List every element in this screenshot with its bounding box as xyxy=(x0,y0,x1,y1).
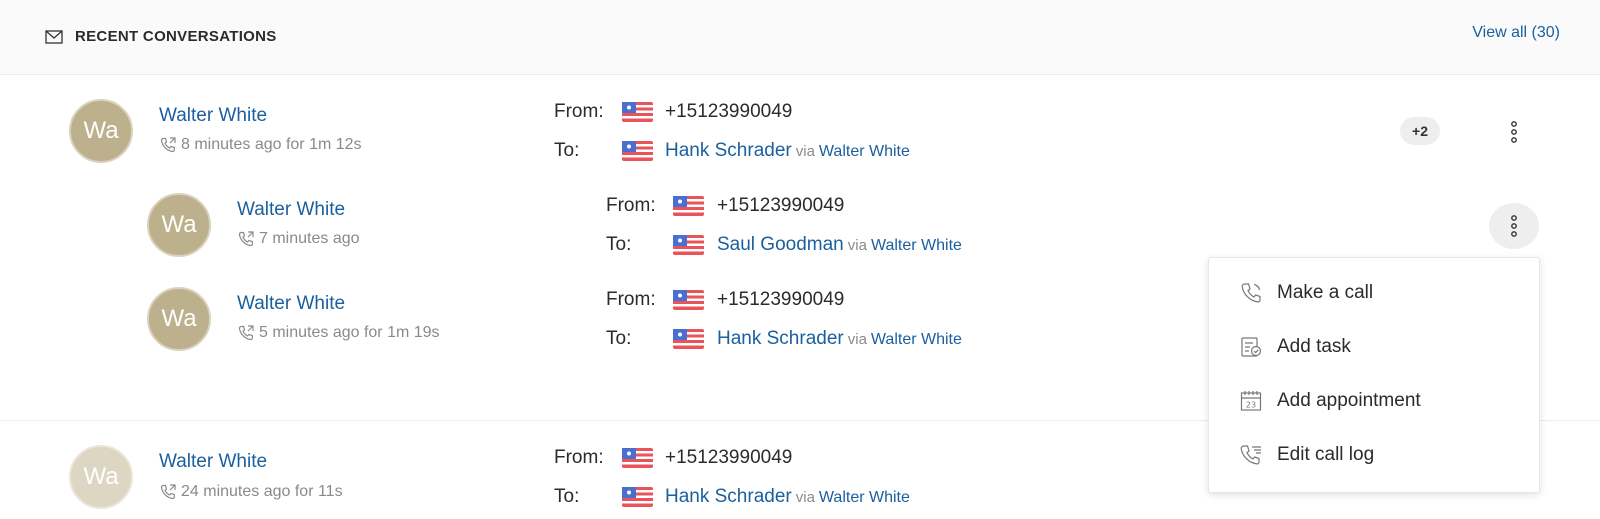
from-number: +15123990049 xyxy=(665,101,793,122)
us-flag-icon xyxy=(622,487,653,507)
menu-item-label: Add task xyxy=(1277,336,1351,357)
outgoing-call-icon xyxy=(237,230,255,248)
to-contact-link[interactable]: Hank Schrader via Walter White xyxy=(717,328,962,350)
avatar: Wa xyxy=(69,99,133,163)
call-log-icon xyxy=(1240,445,1261,465)
call-time: 8 minutes ago for 1m 12s xyxy=(181,136,362,153)
us-flag-icon xyxy=(673,329,704,349)
via-user-link[interactable]: Walter White xyxy=(871,331,962,348)
from-number: +15123990049 xyxy=(717,289,845,310)
to-contact-name[interactable]: Saul Goodman xyxy=(717,234,844,255)
from-label: From: xyxy=(606,195,656,216)
conversation-actions-menu: Make a call Add task 23 Add appointment … xyxy=(1208,257,1540,493)
more-options-button-active[interactable] xyxy=(1489,203,1539,249)
outgoing-call-icon xyxy=(159,483,177,501)
via-user-link[interactable]: Walter White xyxy=(819,489,910,506)
outgoing-call-icon xyxy=(237,324,255,342)
us-flag-icon xyxy=(673,290,704,310)
menu-item-label: Edit call log xyxy=(1277,444,1375,465)
us-flag-icon xyxy=(622,141,653,161)
more-options-button[interactable] xyxy=(1489,109,1539,155)
to-contact-link[interactable]: Hank Schrader via Walter White xyxy=(665,140,910,162)
from-label: From: xyxy=(554,101,604,122)
menu-item-label: Make a call xyxy=(1277,282,1374,303)
call-meta: 24 minutes ago for 11s xyxy=(159,483,343,501)
avatar: Wa xyxy=(147,193,211,257)
via-user-link[interactable]: Walter White xyxy=(871,237,962,254)
to-contact-name[interactable]: Hank Schrader xyxy=(665,140,792,161)
avatar: Wa xyxy=(147,287,211,351)
call-meta: 8 minutes ago for 1m 12s xyxy=(159,136,362,154)
from-label: From: xyxy=(554,447,604,468)
via-text: via xyxy=(847,331,867,348)
us-flag-icon xyxy=(622,448,653,468)
via-text: via xyxy=(847,237,867,254)
recent-conversations-header: RECENT CONVERSATIONS View all (30) xyxy=(0,0,1600,75)
contact-name-link[interactable]: Walter White xyxy=(159,451,267,473)
to-contact-name[interactable]: Hank Schrader xyxy=(665,486,792,507)
kebab-menu-icon xyxy=(1509,215,1519,237)
to-contact-link[interactable]: Hank Schrader via Walter White xyxy=(665,486,910,508)
contact-name-link[interactable]: Walter White xyxy=(237,293,345,315)
via-text: via xyxy=(795,143,815,160)
to-contact-link[interactable]: Saul Goodman via Walter White xyxy=(717,234,962,256)
from-number: +15123990049 xyxy=(717,195,845,216)
from-label: From: xyxy=(606,289,656,310)
avatar: Wa xyxy=(69,445,133,509)
outgoing-call-icon xyxy=(159,136,177,154)
menu-item-add-task[interactable]: Add task xyxy=(1209,320,1539,374)
calendar-icon: 23 xyxy=(1240,391,1262,411)
from-number: +15123990049 xyxy=(665,447,793,468)
contact-name-link[interactable]: Walter White xyxy=(159,105,267,127)
section-title: RECENT CONVERSATIONS xyxy=(75,28,277,45)
us-flag-icon xyxy=(673,196,704,216)
phone-icon xyxy=(1241,283,1261,303)
to-label: To: xyxy=(554,486,580,507)
call-meta: 5 minutes ago for 1m 19s xyxy=(237,324,440,342)
more-calls-badge[interactable]: +2 xyxy=(1400,117,1440,145)
to-label: To: xyxy=(606,234,632,255)
svg-text:23: 23 xyxy=(1246,401,1256,410)
to-label: To: xyxy=(554,140,580,161)
us-flag-icon xyxy=(622,102,653,122)
via-user-link[interactable]: Walter White xyxy=(819,143,910,160)
call-meta: 7 minutes ago xyxy=(237,230,360,248)
us-flag-icon xyxy=(673,235,704,255)
call-time: 24 minutes ago for 11s xyxy=(181,483,343,500)
task-icon xyxy=(1241,337,1262,357)
menu-item-add-appointment[interactable]: 23 Add appointment xyxy=(1209,374,1539,428)
call-time: 5 minutes ago for 1m 19s xyxy=(259,324,440,341)
menu-item-make-call[interactable]: Make a call xyxy=(1209,266,1539,320)
kebab-menu-icon xyxy=(1509,121,1519,143)
menu-item-edit-call-log[interactable]: Edit call log xyxy=(1209,428,1539,482)
envelope-icon xyxy=(45,30,63,44)
call-time: 7 minutes ago xyxy=(259,230,360,247)
to-contact-name[interactable]: Hank Schrader xyxy=(717,328,844,349)
to-label: To: xyxy=(606,328,632,349)
menu-item-label: Add appointment xyxy=(1277,390,1421,411)
via-text: via xyxy=(795,489,815,506)
contact-name-link[interactable]: Walter White xyxy=(237,199,345,221)
view-all-link[interactable]: View all (30) xyxy=(1472,24,1560,42)
